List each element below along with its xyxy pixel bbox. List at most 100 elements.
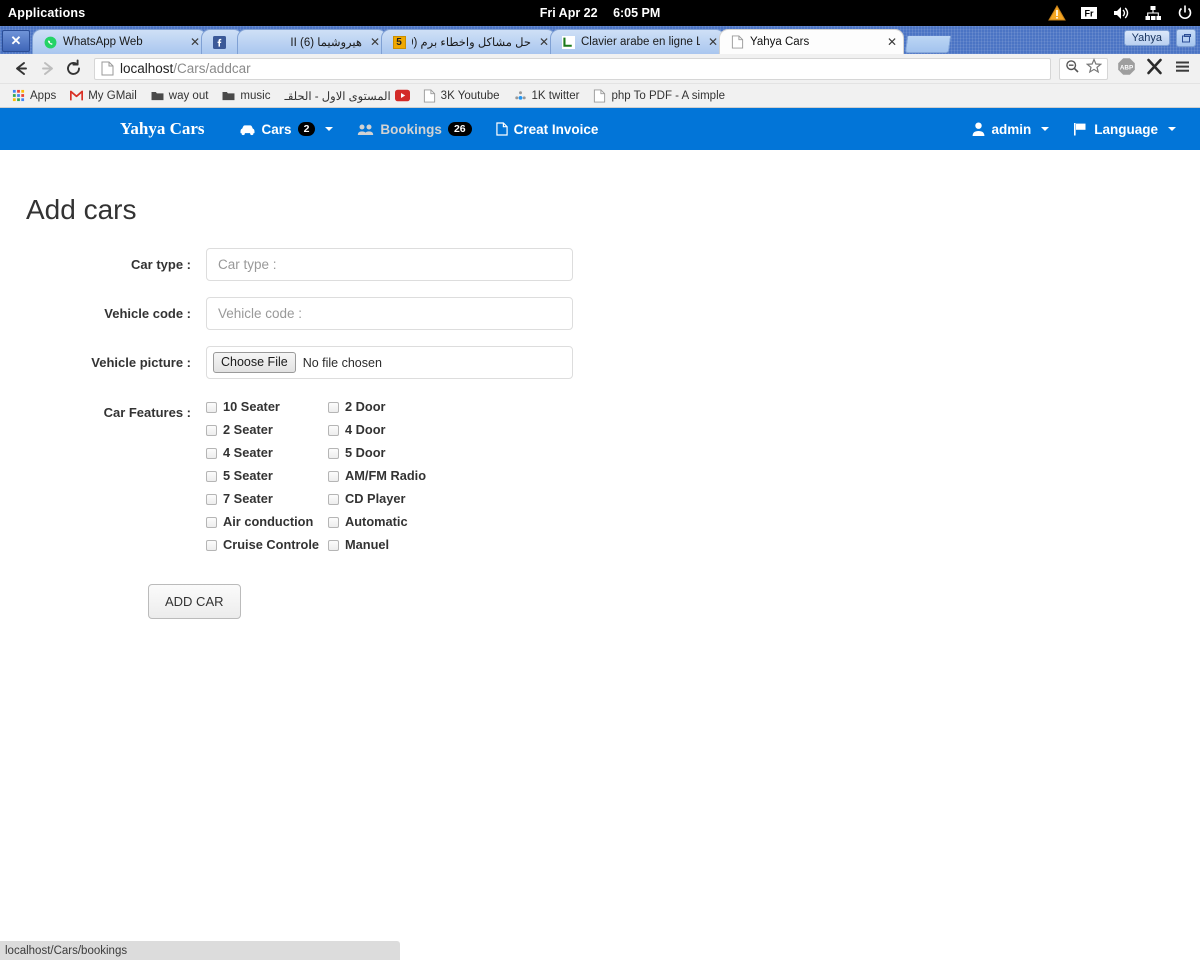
feature-checkbox-row[interactable]: AM/FM Radio: [328, 468, 450, 484]
browser-menu-icon[interactable]: [1173, 57, 1192, 81]
checkbox-icon[interactable]: [206, 517, 217, 528]
applications-menu[interactable]: Applications: [8, 6, 85, 20]
checkbox-icon[interactable]: [206, 448, 217, 459]
feature-checkbox-row[interactable]: 2 Seater: [206, 422, 328, 438]
feature-checkbox-row[interactable]: 4 Seater: [206, 445, 328, 461]
feature-checkbox-row[interactable]: 5 Seater: [206, 468, 328, 484]
nav-item-label: Bookings: [380, 122, 442, 137]
feature-checkbox-row[interactable]: CD Player: [328, 491, 450, 507]
feature-checkbox-row[interactable]: Air conduction: [206, 514, 328, 530]
browser-tab[interactable]: 5حل مشاكل واخطاء برم (9)✕: [381, 29, 556, 54]
folder-icon: [222, 90, 235, 101]
feature-checkbox-row[interactable]: 5 Door: [328, 445, 450, 461]
nav-item-bookings[interactable]: Bookings26: [345, 108, 483, 150]
bookmark-item[interactable]: music: [216, 87, 276, 104]
tab-close-icon[interactable]: ✕: [708, 36, 718, 48]
bookmark-label: My GMail: [88, 90, 137, 102]
checkbox-icon[interactable]: [206, 540, 217, 551]
new-tab-button[interactable]: [905, 36, 951, 53]
nav-item-creat-invoice[interactable]: Creat Invoice: [484, 108, 611, 150]
window-close-button[interactable]: ✕: [2, 30, 30, 52]
network-icon[interactable]: [1144, 4, 1162, 22]
os-top-panel: Applications Fri Apr 22 6:05 PM Fr: [0, 0, 1200, 26]
flag-icon: [1073, 122, 1088, 136]
checkbox-icon[interactable]: [328, 471, 339, 482]
car-type-input[interactable]: Car type :: [206, 248, 573, 281]
keyboard-layout-icon[interactable]: Fr: [1080, 4, 1098, 22]
feature-checkbox-row[interactable]: 2 Door: [328, 399, 450, 415]
bookmark-item[interactable]: Apps: [6, 87, 62, 104]
bookmark-star-icon[interactable]: [1086, 58, 1102, 79]
feature-checkbox-row[interactable]: 7 Seater: [206, 491, 328, 507]
browser-tab[interactable]: Clavier arabe en ligne LEXI✕: [550, 29, 725, 54]
checkbox-icon[interactable]: [206, 471, 217, 482]
checkbox-icon[interactable]: [328, 494, 339, 505]
browser-tab[interactable]: هيروشيما (6) II ✕: [237, 29, 387, 54]
vehicle-picture-file-input[interactable]: Choose File No file chosen: [206, 346, 573, 379]
feature-checkbox-row[interactable]: Automatic: [328, 514, 450, 530]
tab-close-icon[interactable]: ✕: [370, 36, 380, 48]
browser-tab[interactable]: Yahya Cars✕: [719, 29, 904, 54]
bookmark-item[interactable]: way out: [145, 87, 215, 104]
bookmark-item[interactable]: 3K Youtube: [417, 87, 506, 104]
tab-close-icon[interactable]: ✕: [539, 36, 549, 48]
checkbox-icon[interactable]: [328, 425, 339, 436]
power-icon[interactable]: [1176, 4, 1194, 22]
volume-icon[interactable]: [1112, 4, 1130, 22]
checkbox-icon[interactable]: [328, 540, 339, 551]
nav-item-language[interactable]: Language: [1061, 108, 1188, 150]
gmail-icon: [70, 89, 83, 102]
tab-close-icon[interactable]: ✕: [887, 36, 897, 48]
whatsapp-icon: [43, 35, 57, 49]
feature-label: 2 Seater: [223, 422, 273, 438]
warning-icon[interactable]: [1048, 4, 1066, 22]
dots-icon: [514, 89, 527, 102]
dots-icon: [514, 89, 527, 102]
bookmark-label: music: [240, 90, 270, 102]
feature-label: Air conduction: [223, 514, 313, 530]
os-clock: Fri Apr 22 6:05 PM: [0, 6, 1200, 20]
feature-checkbox-row[interactable]: 4 Door: [328, 422, 450, 438]
checkbox-icon[interactable]: [328, 448, 339, 459]
vehicle-code-input[interactable]: Vehicle code :: [206, 297, 573, 330]
browser-toolbar: localhost/Cars/addcar ABP: [0, 54, 1200, 84]
bookmark-item[interactable]: 1K twitter: [508, 87, 586, 104]
reload-button[interactable]: [60, 56, 86, 82]
brand-link[interactable]: Yahya Cars: [120, 119, 205, 139]
back-button[interactable]: [8, 56, 34, 82]
tab-close-icon[interactable]: ✕: [190, 36, 200, 48]
checkbox-icon[interactable]: [206, 425, 217, 436]
zoom-out-icon[interactable]: [1065, 59, 1080, 79]
control-vehicle-picture: Choose File No file chosen: [206, 346, 573, 379]
extension-x-icon[interactable]: [1145, 57, 1164, 81]
feature-label: 5 Door: [345, 445, 386, 461]
nav-item-label: admin: [991, 122, 1031, 137]
page-icon: [730, 35, 744, 49]
folder-icon: [151, 89, 164, 102]
bookmark-item[interactable]: My GMail: [64, 87, 143, 104]
feature-checkbox-row[interactable]: Cruise Controle: [206, 537, 328, 553]
feature-checkbox-row[interactable]: 10 Seater: [206, 399, 328, 415]
checkbox-icon[interactable]: [206, 402, 217, 413]
tab-title: هيروشيما (6) II: [268, 35, 362, 49]
feature-checkbox-row[interactable]: Manuel: [328, 537, 450, 553]
add-car-button[interactable]: ADD CAR: [148, 584, 241, 619]
adblock-plus-icon[interactable]: ABP: [1117, 57, 1136, 81]
choose-file-button[interactable]: Choose File: [213, 352, 296, 374]
address-bar[interactable]: localhost/Cars/addcar: [94, 58, 1051, 80]
folder-icon: [222, 89, 235, 102]
restore-window-button[interactable]: [1176, 29, 1196, 47]
checkbox-icon[interactable]: [328, 517, 339, 528]
nav-item-cars[interactable]: Cars2: [227, 108, 346, 150]
checkbox-icon[interactable]: [328, 402, 339, 413]
tab-title: حل مشاكل واخطاء برم (9): [412, 35, 531, 49]
apps-grid-icon: [12, 89, 25, 102]
feature-label: Automatic: [345, 514, 408, 530]
page-icon: [423, 89, 436, 102]
url-path: /Cars/addcar: [173, 61, 250, 76]
checkbox-icon[interactable]: [206, 494, 217, 505]
browser-tab[interactable]: WhatsApp Web✕: [32, 29, 207, 54]
nav-item-admin[interactable]: admin: [960, 108, 1061, 150]
bookmark-item[interactable]: المستوى الاول - الحلقـ: [278, 87, 414, 105]
bookmark-item[interactable]: php To PDF - A simple: [587, 87, 731, 104]
